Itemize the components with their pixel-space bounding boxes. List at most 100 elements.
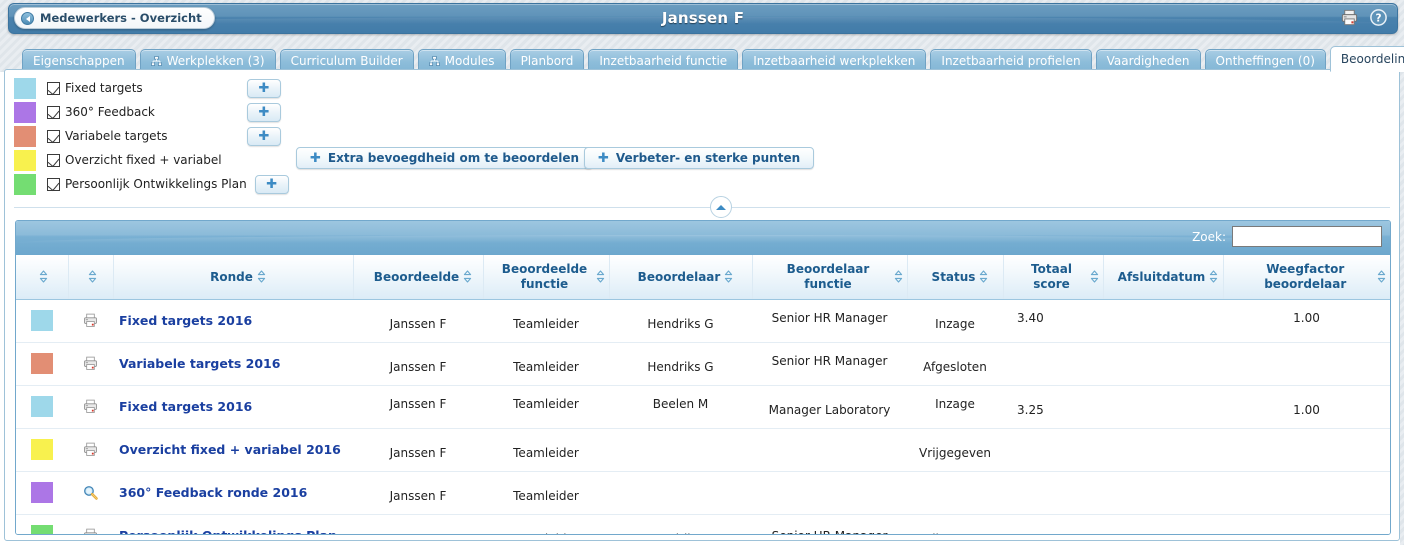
- legend-checkbox[interactable]: [47, 81, 60, 95]
- legend-item: Persoonlijk Ontwikkelings Plan ✚: [14, 172, 294, 196]
- hierarchy-icon: [428, 56, 440, 66]
- legend-add-button[interactable]: ✚: [247, 127, 281, 146]
- tab-label: Curriculum Builder: [290, 54, 403, 68]
- row-action-cell: [68, 342, 113, 386]
- table-row[interactable]: Fixed targets 2016 Janssen F Teamleider Hen…: [16, 299, 1390, 343]
- tab-label: Beoordeling: [1340, 52, 1404, 66]
- legend-add-button[interactable]: ✚: [247, 79, 281, 98]
- beoordelaar-cell: Hendriks G: [609, 299, 752, 343]
- table-row[interactable]: Persoonlijk Ontwikkelings Plan Janssen F T…: [16, 514, 1390, 535]
- ronde-link[interactable]: Fixed targets 2016: [119, 399, 252, 415]
- column-header-afsluitdatum[interactable]: Afsluitdatum: [1103, 255, 1224, 300]
- collapse-section: [14, 195, 1390, 219]
- legend-list: Fixed targets ✚ 360° Feedback ✚ Variabele ta…: [14, 76, 294, 196]
- sort-arrows-icon[interactable]: [894, 270, 903, 283]
- search-icon[interactable]: [82, 485, 99, 500]
- grid-table: Ronde Beoordeelde Beoordeelde functie Beoor…: [16, 255, 1390, 535]
- beoordelaar-value: Hendriks G: [647, 532, 713, 535]
- sort-arrows-icon[interactable]: [1377, 270, 1386, 283]
- legend-checkbox[interactable]: [47, 105, 60, 119]
- column-header-ronde[interactable]: Ronde: [113, 255, 354, 300]
- print-icon[interactable]: [82, 313, 99, 327]
- print-icon[interactable]: [1340, 8, 1359, 27]
- right-edge-strip: [1400, 0, 1404, 545]
- column-header-label: Weegfactor beoordelaar: [1264, 262, 1347, 291]
- beoordelaar-functie-value: Senior HR Manager: [771, 310, 888, 325]
- totaal-score-value: 3.40: [1017, 310, 1044, 325]
- status-value: Vrijgegeven: [919, 532, 991, 535]
- tab-beoordeling[interactable]: Beoordeling: [1329, 46, 1404, 72]
- table-row[interactable]: Overzicht fixed + variabel 2016 Janssen F…: [16, 428, 1390, 472]
- column-header-totaal-score[interactable]: Totaal score: [1003, 255, 1104, 300]
- column-header-beoordelaar-functie[interactable]: Beoordelaar functie: [752, 255, 908, 300]
- beoordelaar-value: Hendriks G: [647, 316, 714, 331]
- ronde-link[interactable]: Overzicht fixed + variabel 2016: [119, 442, 341, 458]
- afsluitdatum-cell: [1103, 385, 1223, 429]
- extra-bevoegdheid-button[interactable]: ✚ Extra bevoegdheid om te beoordelen: [296, 147, 594, 169]
- grid-body: Fixed targets 2016 Janssen F Teamleider Hen…: [16, 299, 1390, 535]
- sort-arrows-icon[interactable]: [724, 270, 733, 283]
- beoordeelde-functie-cell: Teamleider: [483, 428, 609, 472]
- column-header-beoordeelde-functie[interactable]: Beoordeelde functie: [483, 255, 610, 300]
- ronde-link[interactable]: 360° Feedback ronde 2016: [119, 485, 307, 501]
- totaal-score-cell: [1003, 428, 1103, 472]
- beoordeelde-cell: Janssen F: [353, 299, 483, 343]
- print-icon[interactable]: [82, 528, 99, 534]
- legend-checkbox[interactable]: [47, 177, 60, 191]
- beoordelaar-functie-value: Senior HR Manager: [772, 529, 888, 535]
- help-icon[interactable]: ?: [1369, 8, 1388, 27]
- beoordeelde-cell: Janssen F: [353, 428, 483, 472]
- status-value: Vrijgegeven: [919, 445, 991, 460]
- beoordeling-grid: Zoek: Ronde Beoordeelde Beoordeelde functi…: [15, 220, 1391, 535]
- collapse-toggle-button[interactable]: [710, 196, 732, 218]
- tab-strip: Eigenschappen Werkplekken (3) Curriculum B…: [0, 44, 1404, 72]
- sort-arrows-icon[interactable]: [979, 270, 988, 283]
- verbeter-sterke-punten-button[interactable]: ✚ Verbeter- en sterke punten: [584, 147, 815, 169]
- column-header-label: Totaal score: [1031, 262, 1072, 291]
- legend-add-button[interactable]: ✚: [254, 174, 289, 194]
- sort-arrows-icon[interactable]: [88, 270, 97, 283]
- column-header-status[interactable]: Status: [907, 255, 1004, 300]
- legend-add-button[interactable]: ✚: [247, 103, 281, 122]
- print-icon[interactable]: [82, 442, 99, 456]
- ronde-cell: Fixed targets 2016: [113, 385, 353, 429]
- tab-label: Vaardigheden: [1106, 54, 1190, 68]
- sort-arrows-icon[interactable]: [1090, 270, 1099, 283]
- status-cell: Inzage: [907, 385, 1003, 429]
- ronde-link[interactable]: Variabele targets 2016: [119, 356, 280, 372]
- column-header-blank-0[interactable]: [16, 255, 69, 300]
- afsluitdatum-cell: [1103, 514, 1223, 534]
- column-header-weegfactor-beoordelaar[interactable]: Weegfactor beoordelaar: [1223, 255, 1390, 300]
- legend-item-label: Overzicht fixed + variabel: [65, 153, 222, 167]
- sort-arrows-icon[interactable]: [463, 270, 472, 283]
- column-header-blank-1[interactable]: [68, 255, 114, 300]
- ronde-link[interactable]: Fixed targets 2016: [119, 313, 252, 329]
- sort-arrows-icon[interactable]: [257, 270, 266, 283]
- column-header-label: Afsluitdatum: [1117, 269, 1206, 284]
- legend-item-label: 360° Feedback: [65, 105, 155, 119]
- table-row[interactable]: Variabele targets 2016 Janssen F Teamleide…: [16, 342, 1390, 386]
- search-input[interactable]: [1232, 226, 1382, 247]
- print-icon[interactable]: [82, 356, 99, 370]
- verbeter-sterke-punten-button-label: Verbeter- en sterke punten: [615, 151, 801, 165]
- totaal-score-cell: 3.25: [1003, 385, 1103, 429]
- row-color-cell: [16, 514, 68, 534]
- sort-arrows-icon[interactable]: [39, 270, 48, 283]
- legend-item-label: Persoonlijk Ontwikkelings Plan: [65, 177, 247, 191]
- legend-checkbox[interactable]: [47, 153, 60, 167]
- print-icon[interactable]: [82, 399, 99, 413]
- ronde-link[interactable]: Persoonlijk Ontwikkelings Plan: [119, 528, 337, 534]
- column-header-beoordeelde[interactable]: Beoordeelde: [353, 255, 484, 300]
- beoordelaar-functie-cell: [752, 428, 907, 472]
- beoordeelde-functie-cell: Teamleider: [483, 471, 609, 515]
- column-header-beoordelaar[interactable]: Beoordelaar: [609, 255, 753, 300]
- table-row[interactable]: Fixed targets 2016 Janssen F Teamleider Bee…: [16, 385, 1390, 429]
- sort-arrows-icon[interactable]: [1209, 270, 1218, 283]
- beoordeelde-functie-value: Teamleider: [513, 359, 579, 374]
- sort-arrows-icon[interactable]: [596, 270, 605, 283]
- legend-checkbox[interactable]: [47, 129, 60, 143]
- tab-label: Planbord: [520, 54, 574, 68]
- totaal-score-cell: [1003, 342, 1103, 386]
- table-row[interactable]: 360° Feedback ronde 2016 Janssen F Teamlei…: [16, 471, 1390, 515]
- row-color-swatch: [31, 482, 53, 503]
